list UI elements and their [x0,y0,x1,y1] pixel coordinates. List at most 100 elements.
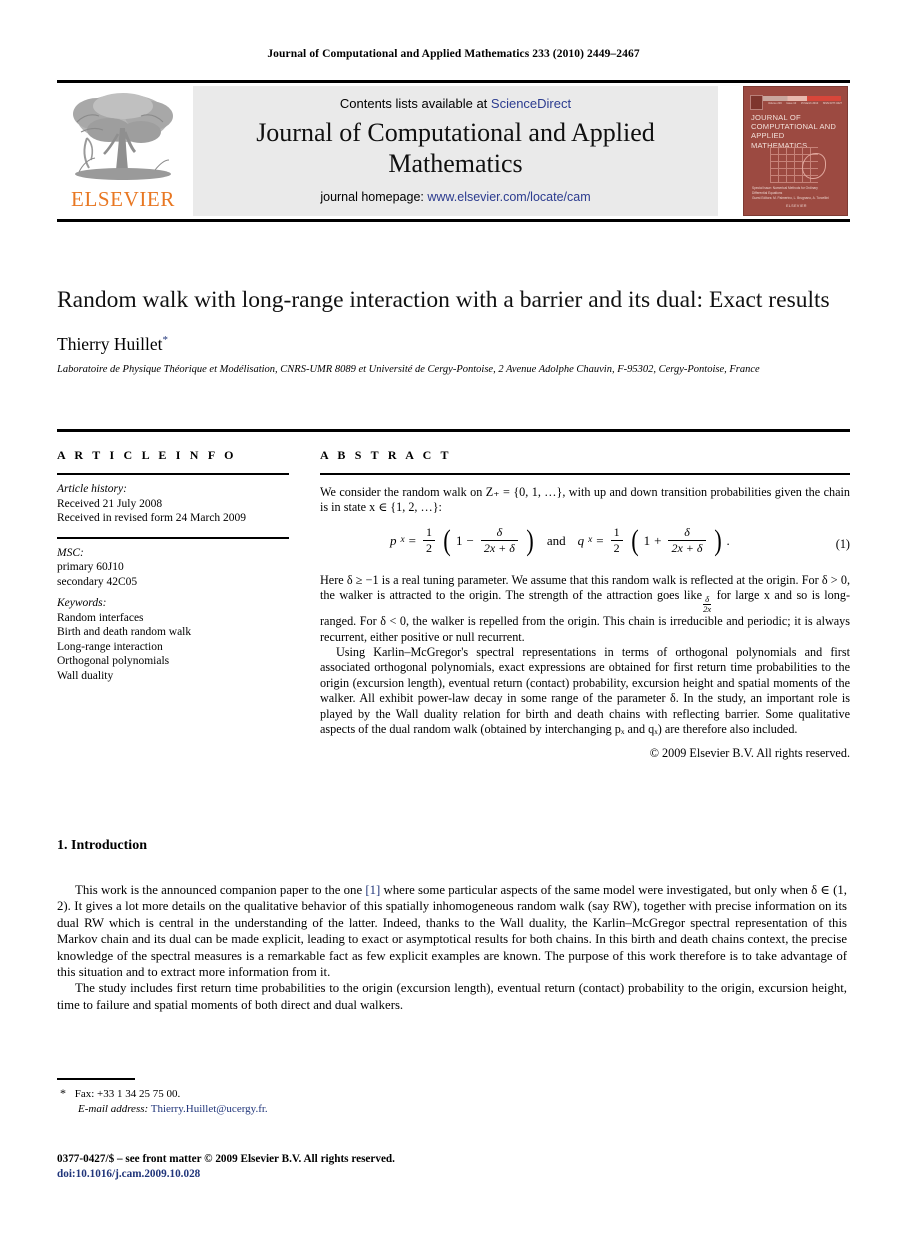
journal-cover-thumbnail: Volume 233 Issue 10 15 March 2010 ISSN 0… [743,86,848,216]
eq-conjunction: and [546,533,566,549]
keyword-item: Long-range interaction [57,640,163,653]
contents-prefix: Contents lists available at [339,96,491,111]
introduction-paragraph-2: The study includes first return time pro… [57,981,847,1012]
keyword-item: Orthogonal polynomials [57,655,170,667]
cover-title: JOURNAL OF COMPUTATIONAL AND APPLIED MAT… [751,113,837,150]
section-divider-rule [57,429,850,432]
eq-half-2: 1 2 [610,524,623,557]
eq-delta-den-2: 2x + δ [668,540,706,556]
sciencedirect-link[interactable]: ScienceDirect [491,96,571,111]
keyword-item: Random interfaces [57,611,144,624]
abstract-inline-fraction: δ 2x [703,594,712,615]
introduction-heading: 1. Introduction [57,838,147,853]
footnote-rule [57,1078,135,1080]
homepage-prefix: journal homepage: [320,190,428,204]
reference-link-1[interactable]: [1] [365,883,380,897]
abstract-column: A B S T R A C T We consider the random w… [320,448,850,762]
journal-homepage-link[interactable]: www.elsevier.com/locate/cam [427,190,590,204]
elsevier-logo: ELSEVIER [59,86,187,216]
running-head: Journal of Computational and Applied Mat… [267,48,640,60]
abstract-paragraph-2: Here δ ≥ −1 is a real tuning parameter. … [320,573,850,645]
journal-title: Journal of Computational and Applied Mat… [256,118,655,178]
cover-date: 15 March 2010 [800,102,819,105]
cover-masthead-text: Volume 233 Issue 10 15 March 2010 ISSN 0… [768,102,842,105]
keywords-group: Keywords: Random interfaces Birth and de… [57,596,289,683]
journal-masthead: ELSEVIER Contents lists available at Sci… [57,80,850,222]
msc-item: secondary 42C05 [57,575,138,588]
abstract-inline-frac-num: δ [705,594,710,605]
journal-homepage-line: journal homepage: www.elsevier.com/locat… [193,190,718,204]
author-footnote-marker[interactable]: * [162,334,168,346]
msc-group: MSC: primary 60J10 secondary 42C05 [57,546,289,590]
doi-link[interactable]: doi:10.1016/j.cam.2009.10.028 [57,1167,657,1182]
eq-delta-den-1: 2x + δ [480,540,518,556]
cover-color-bar [752,96,841,101]
article-history-item: Received 21 July 2008 [57,497,163,510]
intro-para1-b: where some particular aspects of the sam… [57,883,847,980]
eq-qx-symbol: q [577,533,585,549]
author-label: Thierry Huillet [57,334,163,354]
eq-delta-num-1: δ [496,524,503,539]
abstract-copyright: © 2009 Elsevier B.V. All rights reserved… [649,746,850,761]
eq-px-symbol: p [390,533,397,549]
msc-label: MSC: [57,546,84,559]
cover-volume: Volume 233 [768,102,782,105]
author-name: Thierry Huillet* [57,334,850,355]
contents-line: Contents lists available at ScienceDirec… [193,96,718,111]
journal-banner: Contents lists available at ScienceDirec… [193,86,718,216]
article-history-label: Article history: [57,483,127,495]
footnote-email-label: E-mail address: [78,1103,149,1115]
equation-number: (1) [835,536,850,551]
keyword-item: Birth and death random walk [57,626,192,638]
article-info-heading: A R T I C L E I N F O [57,448,237,462]
page-title: Random walk with long-range interaction … [57,287,830,313]
abstract-paragraph-3: Using Karlin–McGregor's spectral represe… [320,645,850,737]
eq-px-subscript: x [400,535,405,546]
keyword-item: Wall duality [57,669,114,682]
intro-para1-a: This work is the announced companion pap… [75,883,366,897]
masthead-bottom-rule [57,219,850,222]
introduction-body: This work is the announced companion pap… [57,882,847,1013]
msc-item: primary 60J10 [57,561,124,573]
email-link[interactable]: Thierry.Huillet@ucergy.fr. [151,1103,268,1115]
eq-one-1: 1 [456,533,463,549]
elsevier-wordmark: ELSEVIER [71,187,175,211]
display-equation-1: px = 1 2 ( 1 − δ 2x + δ ) and qx = 1 2 (… [320,525,850,565]
cover-footer: ELSEVIER [786,204,807,208]
paper-page: Journal of Computational and Applied Mat… [0,0,907,1238]
abstract-paragraph-1: We consider the random walk on Z₊ = {0, … [320,485,850,515]
equation-expression: px = 1 2 ( 1 − δ 2x + δ ) and qx = 1 2 (… [390,525,730,557]
eq-half-num-1: 1 [426,524,432,539]
eq-delta-num-2: δ [684,524,690,539]
eq-half-1: 1 2 [423,525,435,557]
cover-subtitle-line-3: Guest Editors: M. Palmerino, L. Brugnano… [752,196,829,200]
eq-paren-open-1: ( [443,523,451,557]
eq-half-num-2: 1 [613,524,620,539]
footnote-fax-line: * Fax: +33 1 34 25 75 00. [60,1086,540,1102]
cover-issn: ISSN 0377-0427 [822,102,842,105]
eq-paren-close-1: ) [526,523,534,557]
footnote-star-marker: * [60,1086,66,1100]
cover-subtitle: Special Issue: Numerical Methods for Ord… [752,186,842,201]
eq-plus: + [654,533,662,549]
article-info-rule [57,473,289,475]
abstract-rule [320,473,850,475]
article-info-column: A R T I C L E I N F O Article history: R… [57,448,289,683]
abstract-inline-frac-den: 2x [703,604,712,615]
eq-qx-subscript: x [588,535,593,546]
msc-rule [57,536,289,539]
cover-elsevier-mark [750,95,763,110]
eq-delta-frac-1: δ 2x + δ [480,524,518,557]
keywords-label: Keywords: [57,597,107,609]
eq-half-den-1: 2 [423,540,435,556]
eq-equals-2: = [596,533,604,549]
eq-minus: − [466,533,474,549]
eq-one-2: 1 [643,533,651,549]
author-affiliation: Laboratoire de Physique Théorique et Mod… [57,364,760,375]
eq-equals-1: = [408,533,416,549]
footnote-fax: Fax: +33 1 34 25 75 00. [74,1088,181,1100]
eq-half-den-2: 2 [610,540,623,556]
elsevier-tree-icon [73,93,173,180]
footnote-email-line: E-mail address: Thierry.Huillet@ucergy.f… [78,1102,540,1117]
abstract-body: We consider the random walk on Z₊ = {0, … [320,485,850,762]
